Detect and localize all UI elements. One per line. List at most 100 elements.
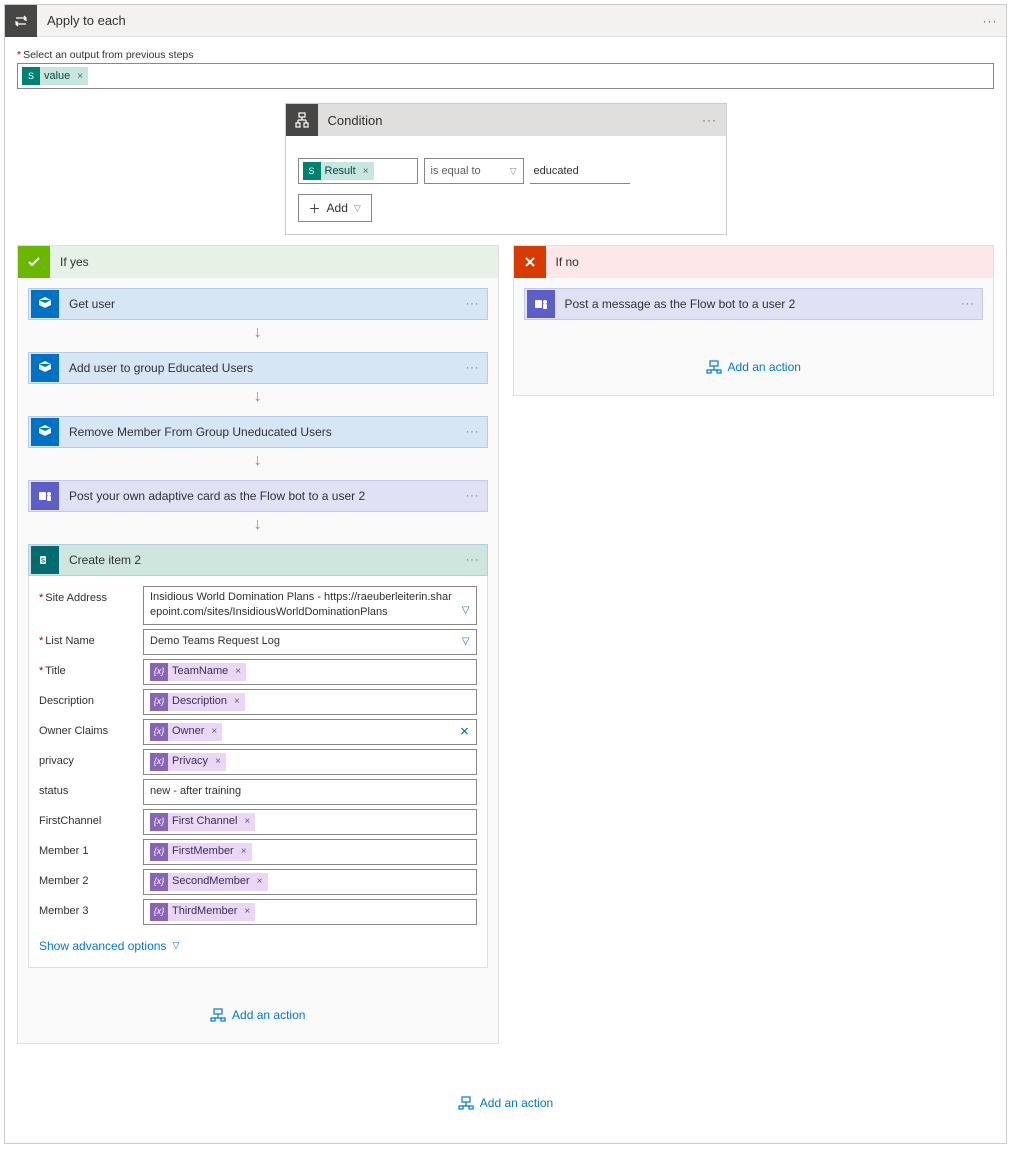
sharepoint-icon: S: [31, 546, 59, 574]
title-label: Title: [39, 659, 135, 677]
condition-right-operand[interactable]: educated: [530, 158, 630, 184]
condition-operator-select[interactable]: is equal to ▽: [424, 158, 524, 184]
thirdmember-token[interactable]: {x}ThirdMember×: [150, 903, 255, 921]
result-token[interactable]: S Result ×: [303, 162, 374, 180]
create-item-form: Site Address Insidious World Domination …: [28, 576, 488, 968]
owner-token[interactable]: {x}Owner×: [150, 723, 222, 741]
add-user-group-step[interactable]: Add user to group Educated Users ···: [28, 352, 488, 384]
member3-field[interactable]: {x}ThirdMember×: [143, 899, 477, 925]
status-field[interactable]: new - after training: [143, 779, 477, 805]
condition-title: Condition: [318, 113, 694, 128]
remove-token-icon[interactable]: ×: [232, 665, 244, 679]
if-yes-branch: If yes Get user ··· ↓ Add user to group …: [17, 245, 499, 1044]
azure-ad-icon: [31, 418, 59, 446]
privacy-token[interactable]: {x}Privacy×: [150, 753, 226, 771]
outer-add-action[interactable]: Add an action: [5, 1096, 1006, 1113]
if-no-header: If no: [514, 246, 994, 278]
remove-token-icon[interactable]: ×: [241, 815, 253, 829]
clear-field-icon[interactable]: ✕: [459, 723, 469, 740]
apply-to-each-container: Apply to each ··· Select an output from …: [4, 4, 1007, 1144]
remove-token-icon[interactable]: ×: [212, 755, 224, 769]
condition-icon: [286, 104, 318, 136]
condition-add-button[interactable]: ＋ Add ▽: [298, 194, 372, 222]
secondmember-token[interactable]: {x}SecondMember×: [150, 873, 268, 891]
step-menu[interactable]: ···: [459, 298, 487, 310]
owner-field[interactable]: {x}Owner× ✕: [143, 719, 477, 745]
chevron-down-icon: ▽: [510, 166, 517, 177]
privacy-field[interactable]: {x}Privacy×: [143, 749, 477, 775]
if-no-branch: If no Post a message as the Flow bot to …: [513, 245, 995, 396]
condition-left-operand[interactable]: S Result ×: [298, 158, 418, 184]
step-menu[interactable]: ···: [459, 426, 487, 438]
post-adaptive-card-step[interactable]: Post your own adaptive card as the Flow …: [28, 480, 488, 512]
sharepoint-icon: S: [303, 162, 321, 180]
member1-label: Member 1: [39, 839, 135, 857]
fx-icon: {x}: [150, 873, 168, 891]
description-field[interactable]: {x}Description×: [143, 689, 477, 715]
loop-icon: [5, 5, 37, 37]
member2-label: Member 2: [39, 869, 135, 887]
fx-icon: {x}: [150, 903, 168, 921]
teamname-token[interactable]: {x}TeamName×: [150, 663, 246, 681]
list-name-label: List Name: [39, 629, 135, 647]
fx-icon: {x}: [150, 753, 168, 771]
condition-header[interactable]: Condition ···: [286, 104, 726, 136]
no-add-action[interactable]: Add an action: [514, 360, 994, 377]
more-menu[interactable]: ···: [974, 14, 1006, 28]
step-menu[interactable]: ···: [459, 362, 487, 374]
remove-token-icon[interactable]: ×: [74, 71, 86, 82]
remove-token-icon[interactable]: ×: [241, 905, 253, 919]
step-menu[interactable]: ···: [954, 298, 982, 310]
yes-add-action[interactable]: Add an action: [18, 1008, 498, 1025]
site-address-field[interactable]: Insidious World Domination Plans - https…: [143, 586, 477, 625]
apply-to-each-title: Apply to each: [37, 13, 974, 28]
fx-icon: {x}: [150, 843, 168, 861]
status-label: status: [39, 779, 135, 797]
member2-field[interactable]: {x}SecondMember×: [143, 869, 477, 895]
step-menu[interactable]: ···: [459, 554, 487, 566]
close-icon: [514, 246, 546, 278]
create-item-step-header[interactable]: S Create item 2 ···: [28, 544, 488, 576]
azure-ad-icon: [31, 354, 59, 382]
firstmember-token[interactable]: {x}FirstMember×: [150, 843, 252, 861]
step-menu[interactable]: ···: [459, 490, 487, 502]
remove-token-icon[interactable]: ×: [360, 166, 372, 177]
remove-member-group-step[interactable]: Remove Member From Group Uneducated User…: [28, 416, 488, 448]
list-name-field[interactable]: Demo Teams Request Log ▽: [143, 629, 477, 655]
check-icon: [18, 246, 50, 278]
add-action-icon: [210, 1008, 226, 1022]
if-yes-header: If yes: [18, 246, 498, 278]
condition-menu[interactable]: ···: [694, 113, 726, 127]
first-channel-label: FirstChannel: [39, 809, 135, 827]
arrow-down-icon: ↓: [18, 388, 498, 406]
fx-icon: {x}: [150, 813, 168, 831]
get-user-step[interactable]: Get user ···: [28, 288, 488, 320]
remove-token-icon[interactable]: ×: [254, 875, 266, 889]
description-token[interactable]: {x}Description×: [150, 693, 245, 711]
value-token[interactable]: S value ×: [22, 67, 88, 85]
first-channel-field[interactable]: {x}First Channel×: [143, 809, 477, 835]
chevron-down-icon[interactable]: ▽: [462, 635, 470, 649]
site-address-label: Site Address: [39, 586, 135, 604]
add-action-icon: [458, 1096, 474, 1110]
arrow-down-icon: ↓: [18, 452, 498, 470]
svg-text:S: S: [41, 559, 45, 565]
privacy-label: privacy: [39, 749, 135, 767]
add-action-icon: [706, 360, 722, 374]
chevron-down-icon: ▽: [354, 203, 361, 214]
teams-icon: [31, 482, 59, 510]
title-field[interactable]: {x}TeamName×: [143, 659, 477, 685]
apply-to-each-header[interactable]: Apply to each ···: [5, 5, 1006, 37]
fx-icon: {x}: [150, 663, 168, 681]
remove-token-icon[interactable]: ×: [238, 845, 250, 859]
remove-token-icon[interactable]: ×: [208, 725, 220, 739]
member1-field[interactable]: {x}FirstMember×: [143, 839, 477, 865]
chevron-down-icon[interactable]: ▽: [462, 604, 470, 618]
firstchannel-token[interactable]: {x}First Channel×: [150, 813, 255, 831]
select-output-field[interactable]: S value ×: [17, 63, 994, 89]
remove-token-icon[interactable]: ×: [231, 695, 243, 709]
show-advanced-link[interactable]: Show advanced options ▽: [39, 939, 179, 953]
post-message-step[interactable]: Post a message as the Flow bot to a user…: [524, 288, 984, 320]
fx-icon: {x}: [150, 723, 168, 741]
fx-icon: {x}: [150, 693, 168, 711]
